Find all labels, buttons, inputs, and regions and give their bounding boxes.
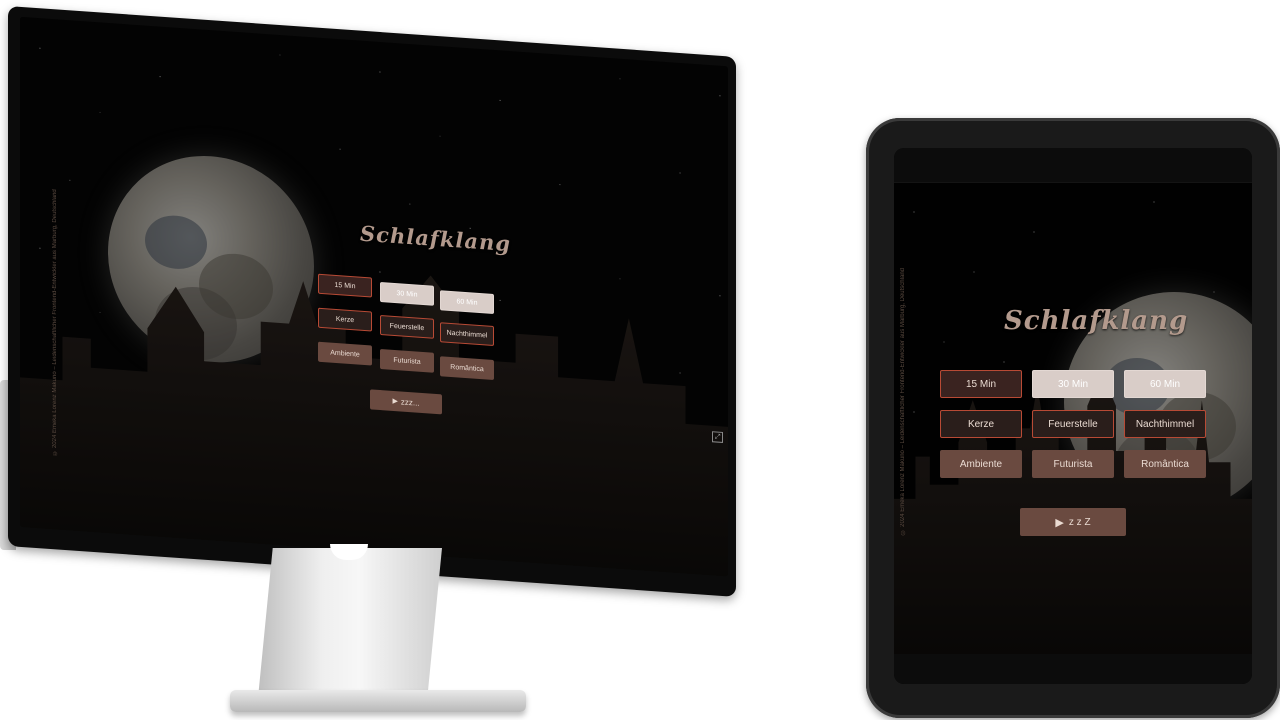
mood-ambiente-button[interactable]: Ambiente: [940, 450, 1022, 478]
scene-feuerstelle-button[interactable]: Feuerstelle: [1032, 410, 1114, 438]
scene-kerze-button[interactable]: Kerze: [940, 410, 1022, 438]
monitor-stand-foot: [230, 690, 526, 712]
play-label: zzz...: [400, 396, 420, 408]
tablet-home-bar: [894, 654, 1252, 684]
mood-romantica-button[interactable]: Romântica: [440, 356, 494, 380]
monitor-stand: [258, 548, 442, 698]
scene-kerze-button[interactable]: Kerze: [318, 307, 372, 332]
tablet-app: © 2024 Emeka Lorenz Makuno – Leidenschaf…: [894, 182, 1252, 654]
timer-60-button[interactable]: 60 Min: [440, 290, 494, 314]
play-label: z z Z: [1068, 516, 1091, 528]
play-icon: ▶: [392, 397, 398, 406]
timer-30-button[interactable]: 30 Min: [380, 282, 434, 306]
play-button[interactable]: ▶ z z Z: [1020, 508, 1126, 536]
scene-nachthimmel-button[interactable]: Nachthimmel: [440, 322, 494, 346]
timer-15-button[interactable]: 15 Min: [940, 370, 1022, 398]
app-title: Schlafklang: [1004, 306, 1189, 336]
mood-romantica-button[interactable]: Romântica: [1124, 450, 1206, 478]
credit-text: © 2024 Emeka Lorenz Makuno – Leidenschaf…: [900, 268, 906, 535]
fullscreen-icon[interactable]: ⤢: [712, 431, 723, 443]
tablet-status-bar: [894, 148, 1252, 183]
mood-ambiente-button[interactable]: Ambiente: [318, 341, 372, 366]
play-icon: ▶: [1055, 516, 1064, 529]
mood-futurista-button[interactable]: Futurista: [380, 349, 434, 373]
timer-15-button[interactable]: 15 Min: [318, 273, 372, 298]
scene-feuerstelle-button[interactable]: Feuerstelle: [380, 315, 434, 339]
timer-60-button[interactable]: 60 Min: [1124, 370, 1206, 398]
desktop-monitor: © 2024 Emeka Lorenz Makuno – Leidenschaf…: [8, 6, 736, 597]
credit-text: © 2024 Emeka Lorenz Makuno – Leidenschaf…: [52, 189, 58, 456]
scene-nachthimmel-button[interactable]: Nachthimmel: [1124, 410, 1206, 438]
mood-futurista-button[interactable]: Futurista: [1032, 450, 1114, 478]
tablet-device: © 2024 Emeka Lorenz Makuno – Leidenschaf…: [866, 118, 1280, 718]
tablet-screen: © 2024 Emeka Lorenz Makuno – Leidenschaf…: [894, 148, 1252, 684]
desktop-screen: © 2024 Emeka Lorenz Makuno – Leidenschaf…: [20, 16, 728, 577]
timer-30-button[interactable]: 30 Min: [1032, 370, 1114, 398]
